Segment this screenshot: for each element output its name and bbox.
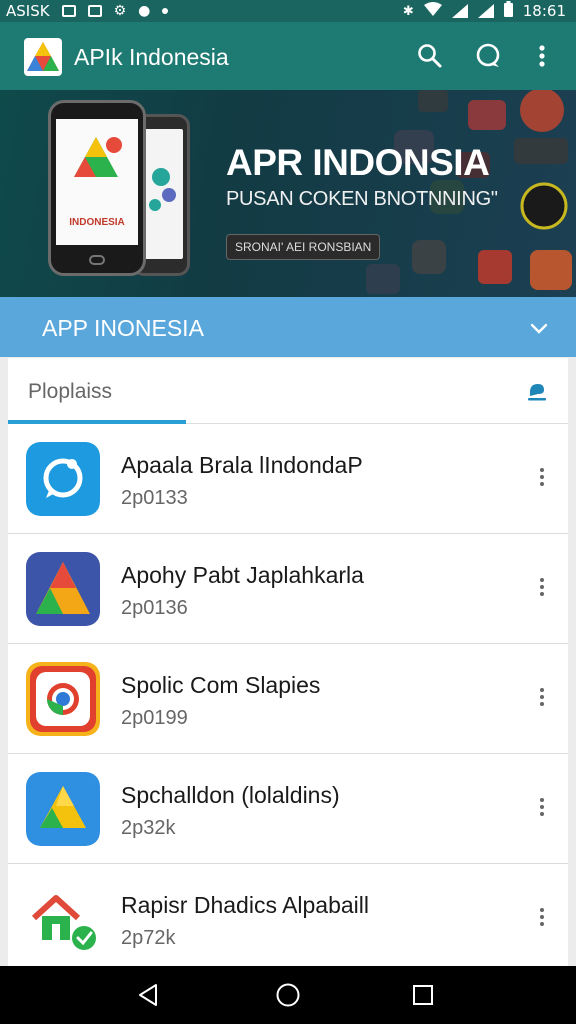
more-vert-icon[interactable]: [538, 798, 546, 820]
status-left: ASISK ⚙ ●: [6, 0, 169, 22]
back-icon[interactable]: [136, 982, 162, 1008]
chevron-down-icon[interactable]: [530, 319, 548, 337]
status-bar: ASISK ⚙ ● ✱ 18:61: [0, 0, 576, 22]
drive-icon: [26, 772, 100, 846]
alert-icon: ●: [138, 3, 151, 19]
more-vert-icon[interactable]: [538, 688, 546, 710]
chat-icon[interactable]: [472, 40, 504, 72]
signal-icon: [451, 4, 468, 18]
edit-icon[interactable]: [526, 380, 548, 402]
list-item[interactable]: Spchalldon (lolaldins) 2p32k: [8, 754, 568, 864]
status-right: ✱ 18:61: [403, 0, 566, 22]
settings-icon: ⚙: [113, 3, 127, 19]
section-title: APP INONESIA: [42, 315, 204, 341]
section-header[interactable]: APP INONESIA: [0, 297, 576, 357]
home-icon[interactable]: [275, 982, 301, 1008]
tab-popular[interactable]: Ploplaiss: [28, 380, 112, 404]
dot-icon: [162, 8, 169, 14]
list-item[interactable]: Rapisr Dhadics Alpabaill 2p72k: [8, 864, 568, 974]
item-title: Spchalldon (lolaldins): [121, 782, 340, 808]
item-subtitle: 2p32k: [121, 817, 176, 839]
home-check-icon: [31, 895, 96, 950]
app-bar: APIk Indonesia: [0, 22, 576, 90]
item-title: Spolic Com Slapies: [121, 672, 321, 698]
item-subtitle: 2p72k: [121, 927, 176, 949]
item-title: Apaala Brala lIndondaP: [121, 452, 363, 478]
list-item[interactable]: Apohy Pabt Japlahkarla 2p0136: [8, 534, 568, 644]
app-title: APIk Indonesia: [74, 44, 229, 70]
list-item[interactable]: Apaala Brala lIndondaP 2p0133: [8, 424, 568, 534]
list-item[interactable]: Spolic Com Slapies 2p0199: [8, 644, 568, 754]
apps-card: Ploplaiss Apaala Brala lIndondaP 2p0133 …: [8, 358, 568, 970]
search-icon[interactable]: [414, 40, 446, 72]
notification-icon: [61, 5, 76, 17]
banner-subtitle: PUSAN COKEN BNOTNNING": [226, 188, 498, 210]
chat-bubble-icon: [26, 442, 100, 516]
promo-banner[interactable]: INDONESIA APR INDONSIA PUSAN COKEN BNOTN…: [0, 90, 576, 297]
nav-bar: [0, 966, 576, 1024]
carrier-label: ASISK: [6, 2, 50, 20]
indonesia-logo-icon: [74, 137, 122, 177]
chrome-icon: [26, 662, 100, 736]
phone-image: INDONESIA: [48, 100, 146, 276]
triangle-logo-icon: [26, 552, 100, 626]
banner-button[interactable]: SRONAI' AEI RONSBIAN: [226, 234, 381, 260]
more-vert-icon[interactable]: [538, 578, 546, 600]
signal-icon-2: [477, 4, 494, 18]
download-icon: [87, 5, 102, 17]
app-logo-icon: [24, 38, 62, 76]
tab-row: Ploplaiss: [8, 358, 568, 424]
item-title: Rapisr Dhadics Alpabaill: [121, 892, 370, 918]
item-subtitle: 2p0199: [121, 707, 188, 729]
phone-label: INDONESIA: [69, 217, 125, 228]
item-title: Apohy Pabt Japlahkarla: [121, 562, 364, 588]
banner-title: APR INDONSIA: [226, 142, 490, 183]
bluetooth-icon: ✱: [402, 3, 414, 19]
item-subtitle: 2p0133: [121, 487, 188, 509]
more-vert-icon[interactable]: [538, 908, 546, 930]
more-vert-icon[interactable]: [526, 40, 558, 72]
clock: 18:61: [522, 2, 566, 20]
item-subtitle: 2p0136: [121, 597, 188, 619]
more-vert-icon[interactable]: [538, 468, 546, 490]
wifi-icon: [423, 2, 442, 20]
recents-icon[interactable]: [410, 982, 436, 1008]
battery-icon: [503, 1, 513, 21]
